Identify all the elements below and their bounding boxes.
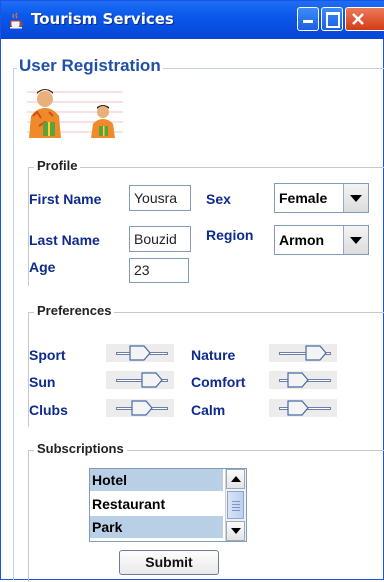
minimize-icon	[303, 20, 313, 23]
profile-legend: Profile	[34, 158, 81, 173]
maximize-button[interactable]	[321, 7, 343, 31]
subscriptions-list[interactable]: Hotel Restaurant Park	[89, 468, 247, 542]
calm-label: Calm	[191, 402, 226, 418]
title-bar[interactable]: Tourism Services	[1, 1, 384, 39]
age-label: Age	[29, 259, 56, 275]
submit-button[interactable]: Submit	[119, 550, 219, 575]
list-item[interactable]: Park	[90, 516, 223, 538]
section-title: User Registration	[17, 56, 163, 76]
sex-select-value: Female	[279, 190, 328, 206]
preferences-legend: Preferences	[34, 303, 115, 318]
region-select-value: Armon	[279, 232, 325, 248]
sex-label: Sex	[206, 191, 231, 207]
scroll-up-button[interactable]	[226, 469, 245, 489]
slider-thumb[interactable]	[287, 400, 309, 416]
first-name-field[interactable]: Yousra	[129, 185, 191, 211]
last-name-label: Last Name	[29, 232, 100, 248]
nature-label: Nature	[191, 347, 236, 363]
chevron-down-icon	[350, 237, 362, 244]
sex-select[interactable]: Female	[274, 183, 369, 213]
scroll-thumb[interactable]	[227, 491, 244, 519]
list-scrollbar[interactable]	[225, 469, 246, 541]
comfort-label: Comfort	[191, 374, 246, 390]
list-item[interactable]: Restaurant	[90, 493, 223, 515]
nature-slider[interactable]	[269, 344, 337, 362]
age-field[interactable]: 23	[129, 258, 189, 283]
slider-thumb[interactable]	[131, 400, 153, 416]
tourists-icon	[23, 82, 127, 142]
list-item[interactable]: Hotel	[90, 469, 223, 491]
close-icon	[352, 13, 364, 25]
region-label: Region	[206, 227, 254, 243]
region-select[interactable]: Armon	[274, 225, 369, 255]
sun-label: Sun	[29, 374, 56, 390]
slider-thumb[interactable]	[141, 372, 163, 388]
sex-dropdown-button[interactable]	[343, 184, 368, 212]
region-dropdown-button[interactable]	[343, 226, 368, 254]
subscriptions-legend: Subscriptions	[34, 441, 127, 456]
last-name-field[interactable]: Bouzid	[129, 226, 191, 252]
scroll-down-button[interactable]	[226, 521, 245, 541]
maximize-icon	[326, 12, 340, 28]
clubs-slider[interactable]	[106, 399, 174, 417]
slider-thumb[interactable]	[287, 372, 309, 388]
slider-thumb[interactable]	[305, 345, 327, 361]
slider-thumb[interactable]	[129, 345, 151, 361]
window-title: Tourism Services	[31, 10, 174, 28]
chevron-up-icon	[231, 476, 241, 482]
calm-slider[interactable]	[269, 399, 337, 417]
java-cup-icon	[10, 12, 23, 29]
minimize-button[interactable]	[297, 7, 319, 31]
app-window: Tourism Services User Registration Profi…	[0, 0, 384, 582]
chevron-down-icon	[350, 195, 362, 202]
clubs-label: Clubs	[29, 402, 68, 418]
sport-slider[interactable]	[106, 344, 174, 362]
registration-border-left	[13, 68, 14, 580]
sun-slider[interactable]	[106, 371, 174, 389]
first-name-label: First Name	[29, 191, 102, 207]
comfort-slider[interactable]	[269, 371, 337, 389]
close-button[interactable]	[345, 7, 384, 31]
chevron-down-icon	[231, 528, 241, 534]
sport-label: Sport	[29, 347, 66, 363]
